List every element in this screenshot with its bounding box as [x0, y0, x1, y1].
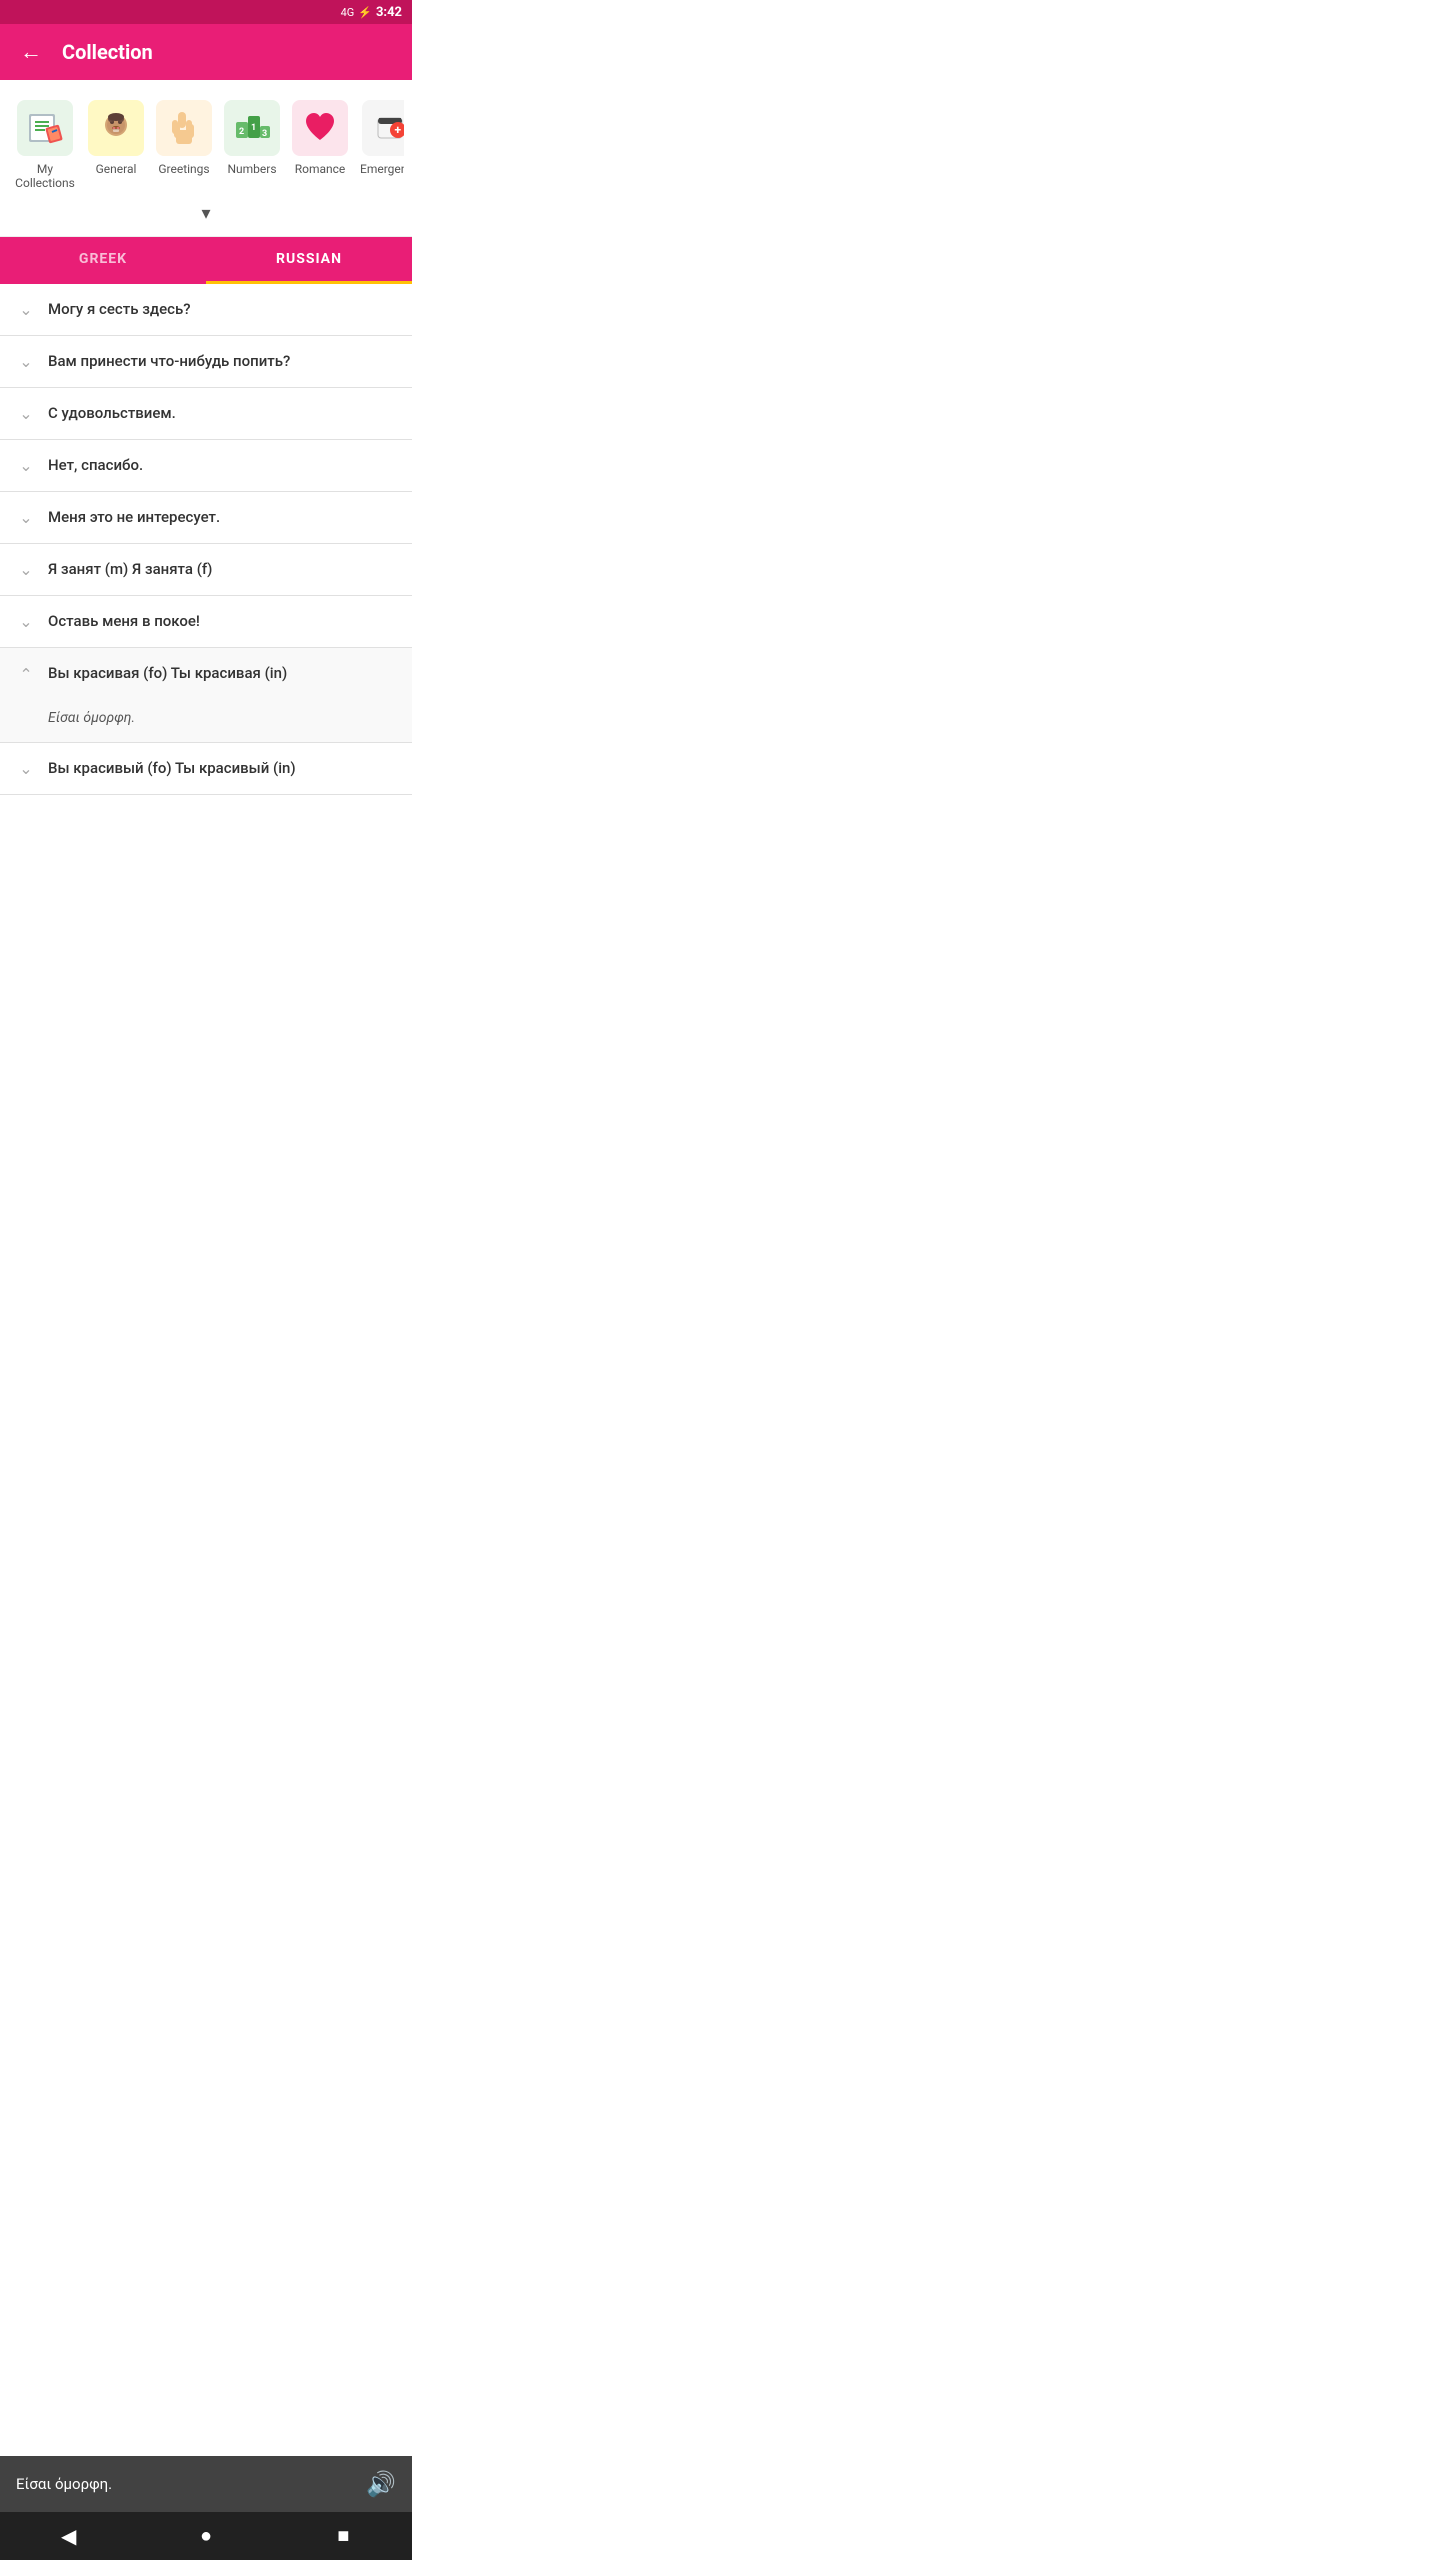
chevron-icon-5[interactable]: ⌄	[16, 508, 36, 527]
phrase-item-3[interactable]: ⌄ С удовольствием.	[0, 388, 412, 440]
signal-icon: 4G	[341, 6, 355, 19]
chevron-icon-6[interactable]: ⌄	[16, 560, 36, 579]
chevron-icon-1[interactable]: ⌄	[16, 300, 36, 319]
phrase-text-1: Могу я сесть здесь?	[48, 300, 396, 318]
chevron-icon-2[interactable]: ⌄	[16, 352, 36, 371]
romance-label: Romance	[295, 162, 346, 176]
category-item-romance[interactable]: Romance	[286, 96, 354, 180]
phrase-text-6: Я занят (m) Я занята (f)	[48, 560, 396, 578]
phrase-row-3[interactable]: ⌄ С удовольствием.	[0, 388, 412, 439]
app-bar: ← Collection	[0, 24, 412, 80]
phrase-row-4[interactable]: ⌄ Нет, спасибо.	[0, 440, 412, 491]
general-label: General	[96, 162, 137, 176]
phrase-text-7: Оставь меня в покое!	[48, 612, 396, 630]
expansion-text-8: Είσαι όμορφη.	[48, 710, 135, 726]
battery-icon: ⚡	[358, 6, 372, 19]
numbers-icon: 2 1 3	[224, 100, 280, 156]
chevron-icon-4[interactable]: ⌄	[16, 456, 36, 475]
tab-greek[interactable]: GREEK	[0, 237, 206, 281]
phrase-row-1[interactable]: ⌄ Могу я сесть здесь?	[0, 284, 412, 335]
audio-text: Είσαι όμορφη.	[16, 2475, 358, 2493]
nav-back-button[interactable]: ◀	[49, 2516, 89, 2556]
category-item-general[interactable]: General	[82, 96, 150, 180]
phrase-item-1[interactable]: ⌄ Могу я сесть здесь?	[0, 284, 412, 336]
svg-text:3: 3	[262, 129, 267, 139]
audio-bar: Είσαι όμορφη. 🔊	[0, 2456, 412, 2512]
nav-recent-button[interactable]: ■	[323, 2516, 363, 2556]
emergency-label: Emergency	[360, 162, 404, 176]
chevron-icon-7[interactable]: ⌄	[16, 612, 36, 631]
phrase-text-3: С удовольствием.	[48, 404, 396, 422]
nav-home-button[interactable]: ●	[186, 2516, 226, 2556]
expand-arrow[interactable]: ▾	[8, 195, 404, 228]
phrase-item-4[interactable]: ⌄ Нет, спасибо.	[0, 440, 412, 492]
phrase-row-7[interactable]: ⌄ Оставь меня в покое!	[0, 596, 412, 647]
romance-icon	[292, 100, 348, 156]
tabs: GREEKRUSSIAN	[0, 237, 412, 284]
phrase-row-9[interactable]: ⌄ Вы красивый (fo) Ты красивый (in)	[0, 743, 412, 794]
chevron-icon-9[interactable]: ⌄	[16, 759, 36, 778]
greetings-icon	[156, 100, 212, 156]
svg-text:1: 1	[251, 123, 256, 133]
status-bar: 4G ⚡ 3:42	[0, 0, 412, 24]
svg-text:+: +	[394, 123, 401, 137]
phrase-expansion-8: Είσαι όμορφη.	[0, 699, 412, 742]
emergency-icon: +	[362, 100, 404, 156]
phrase-item-5[interactable]: ⌄ Меня это не интересует.	[0, 492, 412, 544]
my-collections-icon	[17, 100, 73, 156]
phrase-item-6[interactable]: ⌄ Я занят (m) Я занята (f)	[0, 544, 412, 596]
phrase-item-9[interactable]: ⌄ Вы красивый (fo) Ты красивый (in)	[0, 743, 412, 795]
phrase-row-8[interactable]: ⌄ Вы красивая (fo) Ты красивая (in)	[0, 648, 412, 699]
category-section: My Collections General Greetings	[0, 80, 412, 237]
category-item-numbers[interactable]: 2 1 3 Numbers	[218, 96, 286, 180]
phrase-row-6[interactable]: ⌄ Я занят (m) Я занята (f)	[0, 544, 412, 595]
phrase-item-7[interactable]: ⌄ Оставь меня в покое!	[0, 596, 412, 648]
phrase-text-8: Вы красивая (fo) Ты красивая (in)	[48, 664, 396, 682]
status-time: 3:42	[376, 5, 402, 20]
phrase-row-5[interactable]: ⌄ Меня это не интересует.	[0, 492, 412, 543]
phrase-item-8[interactable]: ⌄ Вы красивая (fo) Ты красивая (in) Είσαι …	[0, 648, 412, 743]
general-icon	[88, 100, 144, 156]
numbers-label: Numbers	[227, 162, 276, 176]
greetings-label: Greetings	[158, 162, 209, 176]
category-item-greetings[interactable]: Greetings	[150, 96, 218, 180]
category-item-my-collections[interactable]: My Collections	[8, 96, 82, 195]
phrase-text-9: Вы красивый (fo) Ты красивый (in)	[48, 759, 396, 777]
category-item-emergency[interactable]: + Emergency	[354, 96, 404, 180]
chevron-icon-8[interactable]: ⌄	[16, 664, 36, 683]
my-collections-label: My Collections	[14, 162, 76, 191]
back-button[interactable]: ←	[16, 35, 46, 69]
category-row: My Collections General Greetings	[8, 96, 404, 195]
phrase-item-2[interactable]: ⌄ Вам принести что-нибудь попить?	[0, 336, 412, 388]
tab-russian[interactable]: RUSSIAN	[206, 237, 412, 281]
chevron-icon-3[interactable]: ⌄	[16, 404, 36, 423]
phrase-list: ⌄ Могу я сесть здесь? ⌄ Вам принести что-ни…	[0, 284, 412, 891]
phrase-row-2[interactable]: ⌄ Вам принести что-нибудь попить?	[0, 336, 412, 387]
status-icons: 4G ⚡ 3:42	[341, 5, 402, 20]
phrase-text-4: Нет, спасибо.	[48, 456, 396, 474]
audio-icon[interactable]: 🔊	[366, 2470, 396, 2498]
phrase-text-2: Вам принести что-нибудь попить?	[48, 352, 396, 370]
phrase-text-5: Меня это не интересует.	[48, 508, 396, 526]
svg-text:2: 2	[239, 127, 244, 137]
nav-bar: ◀ ● ■	[0, 2512, 412, 2560]
app-bar-title: Collection	[62, 40, 153, 64]
